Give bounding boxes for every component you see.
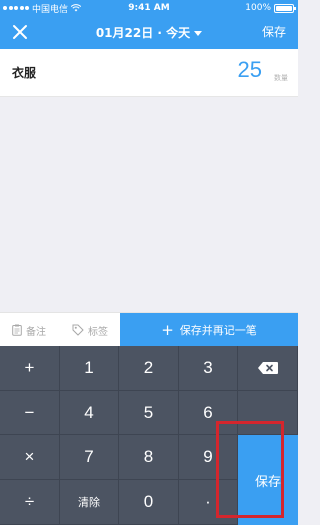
category-label: 衣服	[12, 66, 37, 80]
save-and-new-button[interactable]: + 保存并再记一笔	[120, 313, 298, 347]
amount-value: 25	[237, 57, 262, 82]
key-decimal[interactable]: ·	[179, 480, 238, 525]
tag-label: 标签	[88, 326, 108, 338]
key-multiply[interactable]: ×	[0, 435, 60, 480]
entry-row[interactable]: 衣服 25 数量	[0, 49, 298, 97]
keypad: + 1 2 3 − 4 5 6 × 7 8 9 ÷ 清除 0 · 保存	[0, 346, 298, 525]
status-bar: 中国电信 9:41 AM 100%	[0, 0, 298, 16]
entry-toolbar: 备注 标签 + 保存并再记一笔	[0, 312, 298, 347]
chevron-down-icon	[194, 30, 203, 36]
nav-bar: 01月22日 · 今天 保存	[0, 16, 298, 49]
amount-unit: 数量	[274, 74, 288, 82]
key-1[interactable]: 1	[60, 346, 119, 391]
key-5[interactable]: 5	[119, 391, 179, 435]
save-and-new-label: 保存并再记一笔	[179, 324, 257, 337]
nav-title: 01月22日 · 今天	[0, 16, 298, 49]
plus-icon: +	[161, 320, 174, 339]
status-right: 100%	[245, 0, 296, 16]
key-4[interactable]: 4	[60, 391, 119, 435]
battery-percent: 100%	[245, 3, 271, 13]
key-3[interactable]: 3	[179, 346, 238, 391]
keypad-blank	[238, 391, 298, 435]
key-2[interactable]: 2	[119, 346, 179, 391]
date-picker[interactable]: 01月22日 · 今天	[95, 24, 203, 41]
note-button[interactable]: 备注	[12, 313, 46, 347]
backspace-icon	[257, 362, 278, 374]
key-7[interactable]: 7	[60, 435, 119, 480]
tag-icon	[72, 324, 84, 336]
tag-button[interactable]: 标签	[72, 313, 108, 347]
date-title: 01月22日 · 今天	[95, 26, 191, 40]
key-divide[interactable]: ÷	[0, 480, 60, 525]
key-0[interactable]: 0	[119, 480, 179, 525]
save-button[interactable]: 保存	[262, 16, 286, 49]
key-minus[interactable]: −	[0, 391, 60, 435]
key-6[interactable]: 6	[179, 391, 238, 435]
keypad-save-button[interactable]: 保存	[238, 435, 298, 525]
battery-icon	[274, 3, 296, 13]
clear-button[interactable]: 清除	[60, 480, 119, 525]
note-icon	[12, 324, 22, 336]
key-9[interactable]: 9	[179, 435, 238, 480]
backspace-button[interactable]	[238, 346, 298, 391]
note-label: 备注	[26, 326, 46, 338]
battery-fill	[276, 5, 292, 11]
key-plus[interactable]: +	[0, 346, 60, 391]
key-8[interactable]: 8	[119, 435, 179, 480]
